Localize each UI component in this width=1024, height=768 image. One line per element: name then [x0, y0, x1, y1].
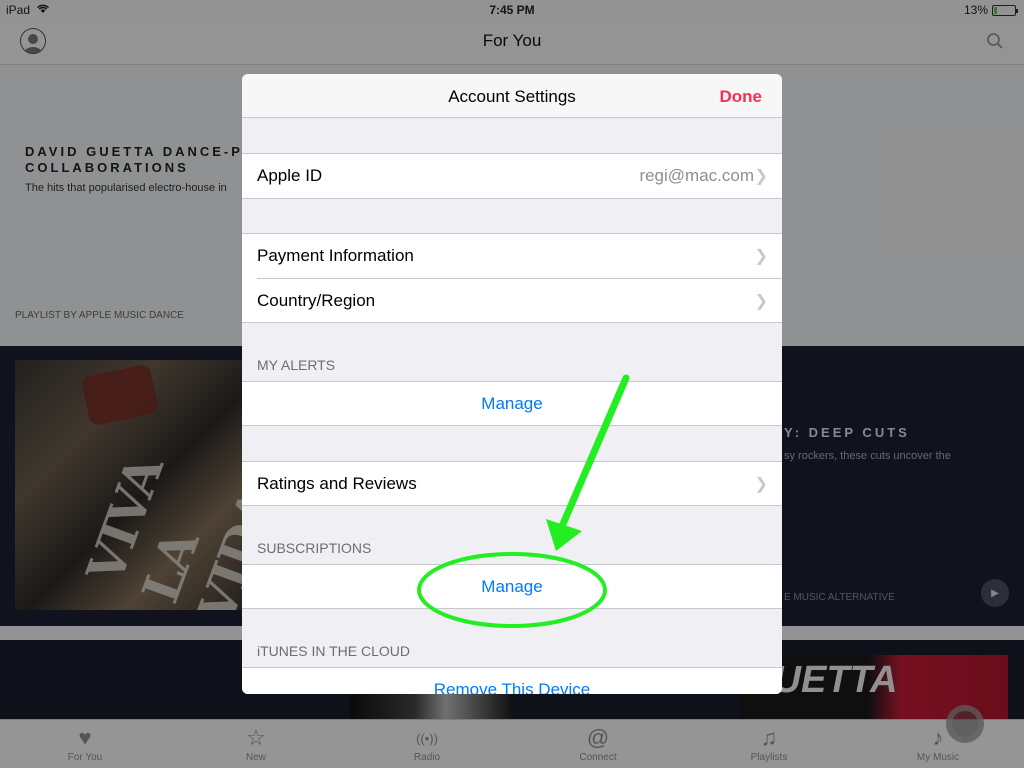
- divider: [242, 608, 782, 609]
- divider: [242, 198, 782, 199]
- payment-information-label: Payment Information: [257, 246, 414, 265]
- apple-id-row[interactable]: Apple ID regi@mac.com ❯: [242, 154, 782, 199]
- subscriptions-header: SUBSCRIPTIONS: [257, 540, 372, 556]
- chevron-right-icon: ❯: [754, 168, 768, 185]
- remove-device-button[interactable]: Remove This Device: [242, 680, 782, 694]
- ratings-and-reviews-label: Ratings and Reviews: [257, 474, 417, 493]
- alerts-manage-button[interactable]: Manage: [242, 394, 782, 414]
- chevron-right-icon: ❯: [754, 293, 768, 310]
- account-settings-modal: Account Settings Done Apple ID regi@mac.…: [242, 74, 782, 694]
- alerts-manage-row[interactable]: Manage: [242, 382, 782, 426]
- itunes-in-the-cloud-header: iTUNES IN THE CLOUD: [257, 643, 410, 659]
- done-button[interactable]: Done: [720, 87, 763, 107]
- country-region-label: Country/Region: [257, 291, 376, 310]
- subscriptions-manage-row[interactable]: Manage: [242, 565, 782, 609]
- subscriptions-manage-button[interactable]: Manage: [242, 577, 782, 597]
- divider: [242, 322, 782, 323]
- modal-header: Account Settings Done: [242, 74, 782, 118]
- apple-id-label: Apple ID: [257, 166, 323, 185]
- modal-title: Account Settings: [448, 87, 576, 106]
- country-region-row[interactable]: Country/Region ❯: [242, 279, 782, 323]
- apple-id-value: regi@mac.com: [639, 166, 754, 185]
- ratings-and-reviews-row[interactable]: Ratings and Reviews ❯: [242, 462, 782, 506]
- divider: [242, 505, 782, 506]
- my-alerts-header: MY ALERTS: [257, 357, 336, 373]
- divider: [242, 425, 782, 426]
- payment-information-row[interactable]: Payment Information ❯: [242, 234, 782, 279]
- remove-device-row[interactable]: Remove This Device: [242, 668, 782, 694]
- chevron-right-icon: ❯: [754, 476, 768, 493]
- chevron-right-icon: ❯: [754, 248, 768, 265]
